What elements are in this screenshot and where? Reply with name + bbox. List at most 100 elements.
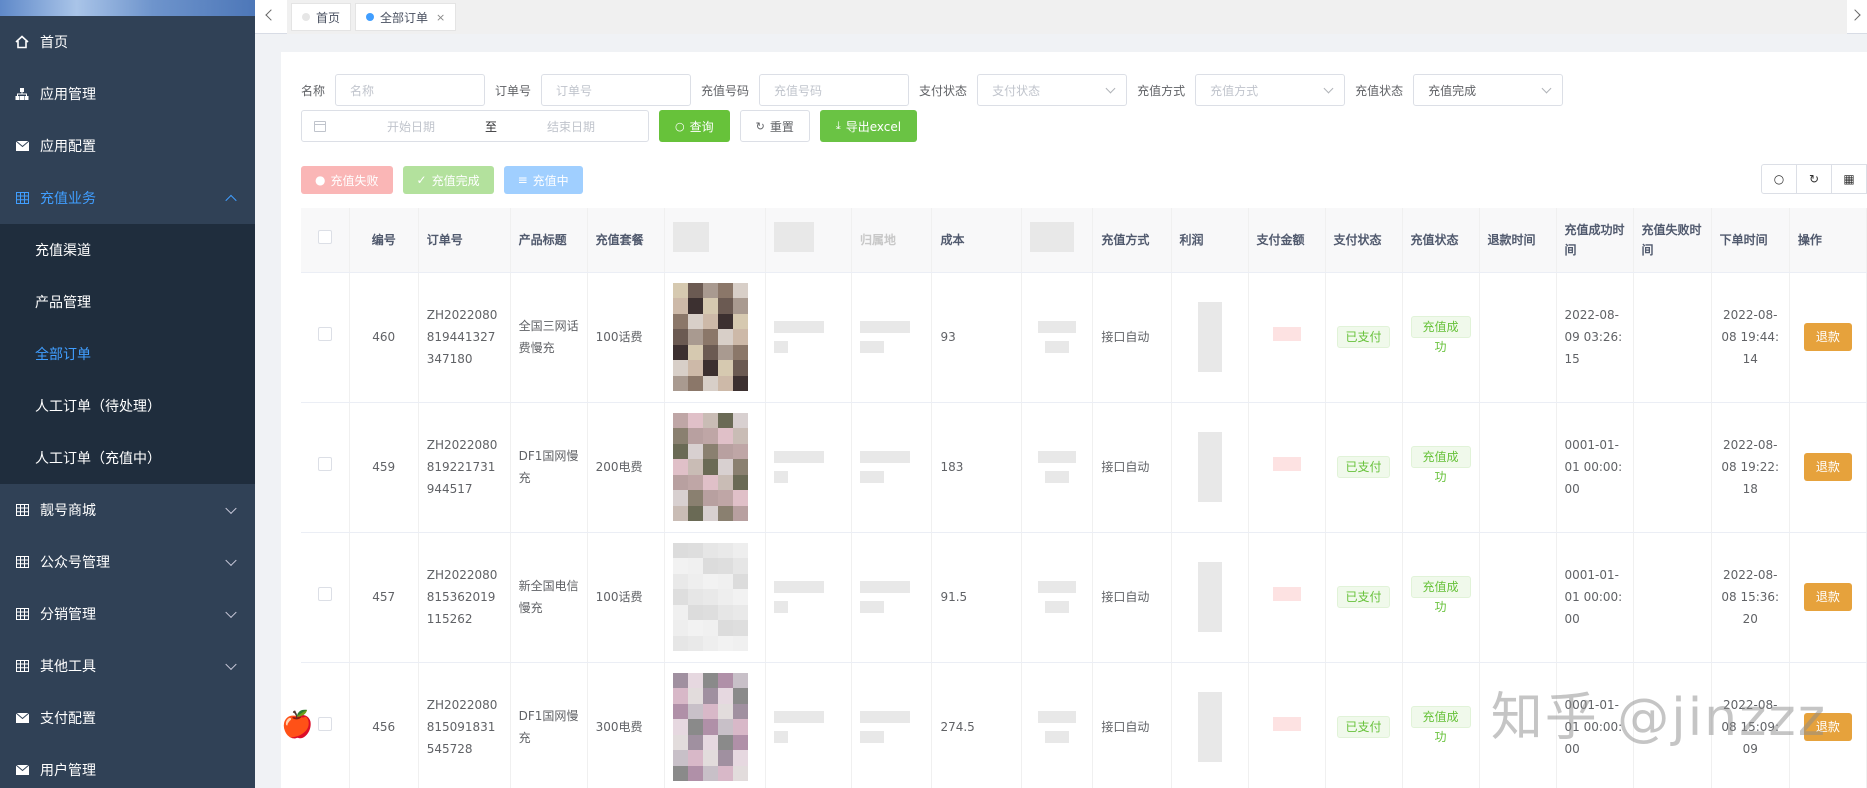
- table-row: 460 ZH2022080819441327347180 全国三网话费慢充 100话费…: [301, 272, 1867, 403]
- recharge-status-select[interactable]: 充值完成: [1413, 74, 1564, 106]
- row-checkbox[interactable]: [317, 457, 332, 471]
- refund-button[interactable]: 退款: [1803, 453, 1852, 481]
- calendar-icon: [314, 120, 326, 132]
- sidebar-subitem-all-orders[interactable]: 全部订单: [0, 328, 255, 380]
- sidebar-item-recharge[interactable]: 充值业务: [0, 172, 255, 224]
- cell-region: [851, 662, 933, 788]
- refresh-icon: ↻: [1808, 172, 1820, 186]
- name-label: 名称: [301, 83, 326, 98]
- sidebar: 首页 应用管理 应用配置 充值业务 充值渠道 产品管理 全部订单 人工订单（待处…: [0, 0, 255, 788]
- header-order-time[interactable]: 下单时间: [1711, 208, 1790, 273]
- recharge-fail-label: 充值失败: [330, 173, 379, 188]
- row-checkbox[interactable]: [317, 717, 332, 731]
- cell-cost: 91.5: [931, 532, 1023, 663]
- refund-button[interactable]: 退款: [1803, 323, 1852, 351]
- tab-all-orders[interactable]: 全部订单 ×: [355, 3, 457, 31]
- header-method[interactable]: 充值方式: [1092, 208, 1172, 273]
- check-icon: ✓: [416, 173, 427, 187]
- table-icon: [14, 606, 30, 622]
- header-region[interactable]: 归属地: [851, 208, 933, 273]
- chevron-down-icon: [225, 554, 237, 567]
- recharge-status-tag: 充值成功: [1410, 446, 1471, 484]
- header-recharge-status[interactable]: 充值状态: [1402, 208, 1480, 273]
- sidebar-item-distribution[interactable]: 分销管理: [0, 588, 255, 640]
- sidebar-item-official-account[interactable]: 公众号管理: [0, 536, 255, 588]
- sidebar-subitem-manual-processing[interactable]: 人工订单（充值中）: [0, 432, 255, 484]
- sidebar-subitem-product[interactable]: 产品管理: [0, 276, 255, 328]
- cell-blurred: [765, 272, 853, 403]
- recharge-done-button[interactable]: ✓ 充值完成: [402, 166, 494, 194]
- cell-id: 456: [349, 662, 419, 788]
- sliders-icon: ≡: [517, 173, 528, 187]
- table-icon: [14, 502, 30, 518]
- header-pay-amount[interactable]: 支付金额: [1248, 208, 1326, 273]
- chevron-right-icon[interactable]: [1849, 9, 1861, 21]
- reset-button[interactable]: ↻ 重置: [739, 110, 810, 142]
- phone-input[interactable]: 充值号码: [759, 74, 910, 106]
- mail-icon: [14, 138, 30, 154]
- refresh-icon: ↻: [755, 119, 765, 133]
- sidebar-item-label: 首页: [40, 35, 68, 51]
- order-no-input[interactable]: 订单号: [541, 74, 692, 106]
- tab-home[interactable]: 首页: [291, 3, 352, 31]
- header-profit[interactable]: 利润: [1171, 208, 1249, 273]
- sidebar-subitem-manual-pending[interactable]: 人工订单（待处理）: [0, 380, 255, 432]
- cell-method: 接口自动: [1092, 272, 1172, 403]
- row-checkbox[interactable]: [317, 327, 332, 341]
- header-id[interactable]: 编号: [349, 208, 419, 273]
- cell-pay-amount: [1248, 532, 1326, 663]
- header-title[interactable]: 产品标题: [510, 208, 588, 273]
- cell-blurred: [1021, 532, 1094, 663]
- name-input[interactable]: 名称: [335, 74, 486, 106]
- close-icon[interactable]: ×: [436, 11, 445, 24]
- date-range-picker[interactable]: 开始日期 至 结束日期: [301, 110, 649, 142]
- sidebar-item-app-manage[interactable]: 应用管理: [0, 68, 255, 120]
- cell-order-no: ZH2022080815362019115262: [418, 532, 511, 663]
- cell-refund-time: [1479, 532, 1557, 663]
- sidebar-item-app-config[interactable]: 应用配置: [0, 120, 255, 172]
- table-icon: [14, 190, 30, 206]
- cell-cost: 274.5: [931, 662, 1023, 788]
- refund-button[interactable]: 退款: [1803, 583, 1852, 611]
- recharge-status-label: 充值状态: [1355, 83, 1404, 98]
- home-icon: [14, 34, 30, 50]
- header-package[interactable]: 充值套餐: [587, 208, 665, 273]
- recharge-done-label: 充值完成: [431, 173, 480, 188]
- header-success-time[interactable]: 充值成功时间: [1556, 208, 1634, 273]
- tab-label: 全部订单: [380, 10, 429, 25]
- header-order-no[interactable]: 订单号: [418, 208, 511, 273]
- sitemap-icon: [14, 86, 30, 102]
- pay-status-tag: 已支付: [1337, 456, 1390, 478]
- sidebar-item-other-tools[interactable]: 其他工具: [0, 640, 255, 692]
- method-label: 充值方式: [1137, 83, 1186, 98]
- header-cost[interactable]: 成本: [931, 208, 1023, 273]
- cell-method: 接口自动: [1092, 402, 1172, 533]
- cell-order-time: 2022-08-08 15:36:20: [1711, 532, 1790, 663]
- header-refund-time[interactable]: 退款时间: [1479, 208, 1557, 273]
- refresh-button[interactable]: ↻: [1796, 164, 1832, 194]
- header-pay-status[interactable]: 支付状态: [1325, 208, 1403, 273]
- end-date-input[interactable]: 结束日期: [506, 118, 636, 135]
- sidebar-item-label: 用户管理: [40, 763, 96, 779]
- recharge-fail-button[interactable]: ● 充值失败: [301, 166, 393, 194]
- header-fail-time[interactable]: 充值失败时间: [1633, 208, 1712, 273]
- sidebar-item-number-mall[interactable]: 靓号商城: [0, 484, 255, 536]
- sidebar-item-home[interactable]: 首页: [0, 16, 255, 68]
- start-date-input[interactable]: 开始日期: [346, 118, 476, 135]
- method-select[interactable]: 充值方式: [1195, 74, 1346, 106]
- cell-title: DF1国网慢充: [510, 662, 588, 788]
- cell-id: 459: [349, 402, 419, 533]
- export-button[interactable]: ⤓ 导出excel: [819, 110, 918, 142]
- sidebar-item-user-manage[interactable]: 用户管理: [0, 744, 255, 788]
- recharging-button[interactable]: ≡ 充值中: [503, 166, 583, 194]
- header-action: 操作: [1789, 208, 1867, 273]
- query-button[interactable]: ○ 查询: [659, 110, 730, 142]
- chevron-left-icon[interactable]: [265, 9, 277, 21]
- sidebar-subitem-channel[interactable]: 充值渠道: [0, 224, 255, 276]
- select-all-checkbox[interactable]: [317, 229, 332, 244]
- row-checkbox[interactable]: [317, 587, 332, 601]
- pay-status-select[interactable]: 支付状态: [977, 74, 1128, 106]
- search-toggle-button[interactable]: ○: [1761, 164, 1797, 194]
- sidebar-item-pay-config[interactable]: 支付配置: [0, 692, 255, 744]
- columns-button[interactable]: ▦: [1831, 164, 1867, 194]
